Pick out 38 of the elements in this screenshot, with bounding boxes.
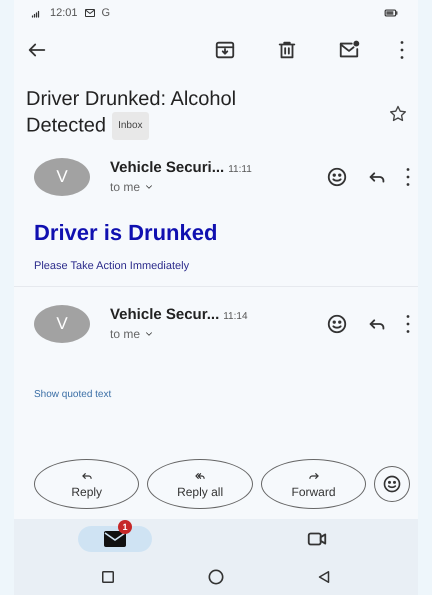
inbox-label: Inbox <box>112 112 149 140</box>
smiley-icon <box>326 166 348 188</box>
archive-icon <box>214 39 236 61</box>
sender-name: Vehicle Secur... <box>110 306 220 322</box>
message-text: Please Take Action Immediately <box>14 246 418 287</box>
message-time: 11:11 <box>228 164 252 174</box>
react-button[interactable] <box>326 166 348 188</box>
unread-badge: 1 <box>118 520 132 534</box>
message-time: 11:14 <box>223 310 248 322</box>
more-icon <box>406 315 410 333</box>
sender-name: Vehicle Securi... <box>110 158 224 176</box>
react-button[interactable] <box>326 313 348 335</box>
home-button[interactable] <box>206 567 226 587</box>
email-subject: Driver Drunked: Alcohol <box>26 88 236 110</box>
more-button[interactable] <box>406 168 410 186</box>
sender-avatar: V <box>34 305 90 343</box>
more-button[interactable] <box>398 39 406 61</box>
mail-icon <box>103 530 127 548</box>
trash-icon <box>276 39 298 61</box>
more-button[interactable] <box>406 315 410 333</box>
more-icon <box>400 41 404 59</box>
more-icon <box>406 168 410 186</box>
recipient-toggle[interactable]: to me <box>110 180 154 194</box>
status-time: 12:01 <box>50 7 78 19</box>
circle-icon <box>206 567 226 587</box>
message-heading: Driver is Drunked <box>33 219 218 246</box>
email-subject: Detected <box>26 114 106 136</box>
mail-icon <box>84 7 96 19</box>
carrier-label: G <box>102 7 110 19</box>
reply-all-button[interactable]: Reply all <box>147 459 253 509</box>
show-quoted-link[interactable]: Show quoted text <box>14 343 418 400</box>
smiley-icon <box>382 474 402 494</box>
smiley-icon <box>326 313 348 335</box>
react-button[interactable] <box>374 466 410 502</box>
recipient-toggle[interactable]: to me <box>110 326 154 340</box>
forward-button[interactable]: Forward <box>260 459 366 509</box>
sender-avatar: V <box>34 158 90 196</box>
reply-button[interactable]: Reply <box>34 459 140 509</box>
